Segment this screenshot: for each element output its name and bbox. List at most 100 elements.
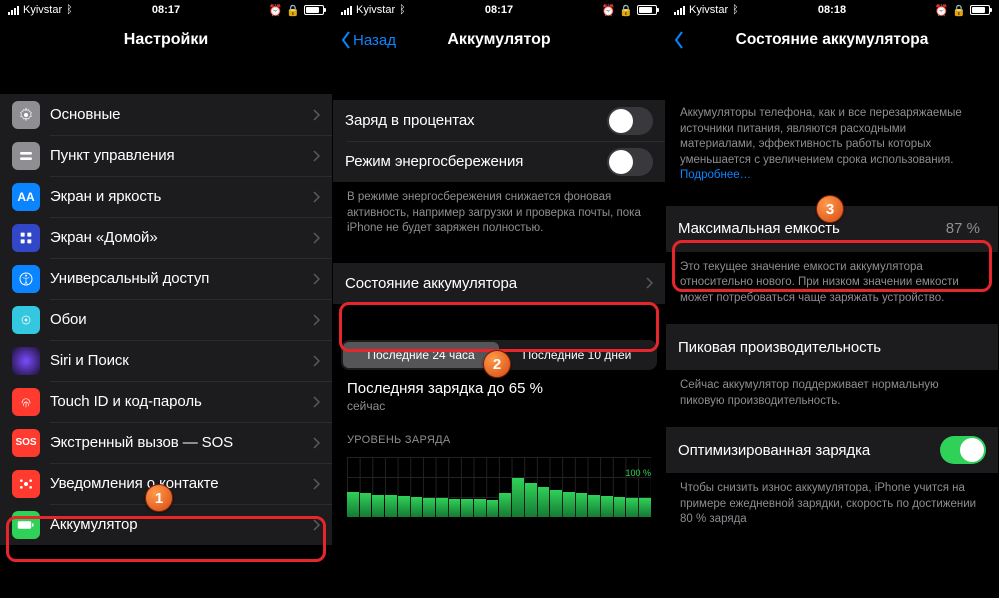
row-low-power-mode[interactable]: Режим энергосбережения [333, 141, 665, 182]
carrier-label: Kyivstar [23, 4, 62, 16]
opt-caption: Чтобы снизить износ аккумулятора, iPhone… [666, 473, 998, 530]
chevron-right-icon [313, 437, 320, 449]
item-label: Touch ID и код-пароль [50, 393, 313, 410]
bluetooth-icon: ᛒ [399, 4, 406, 16]
item-home-screen[interactable]: Экран «Домой» [0, 217, 332, 258]
chevron-right-icon [313, 273, 320, 285]
toggle-optimized-charging[interactable] [940, 436, 986, 464]
chevron-right-icon [313, 314, 320, 326]
row-battery-health[interactable]: Состояние аккумулятора [333, 263, 665, 304]
lock-icon: 🔒 [619, 4, 633, 17]
opt-label: Оптимизированная зарядка [678, 442, 940, 459]
accessibility-icon [12, 265, 40, 293]
row-max-capacity: Максимальная емкость 87 % [666, 206, 998, 252]
battery-screen: Kyivstar ᛒ 08:17 ⏰ 🔒 Назад Аккумулятор З… [333, 0, 666, 598]
battery-health-screen: Kyivstar ᛒ 08:18 ⏰ 🔒 Состояние аккумулят… [666, 0, 999, 598]
back-button[interactable] [674, 31, 684, 49]
chevron-right-icon [313, 355, 320, 367]
learn-more-link[interactable]: Подробнее… [680, 169, 751, 181]
signal-icon [674, 6, 685, 15]
low-power-caption: В режиме энергосбережения снижается фоно… [333, 182, 665, 239]
battery-icon [304, 5, 324, 15]
exposure-icon [12, 470, 40, 498]
home-grid-icon [12, 224, 40, 252]
item-label: Уведомления о контакте [50, 475, 313, 492]
item-label: Универсальный доступ [50, 270, 313, 287]
clock: 08:17 [485, 4, 513, 16]
item-touchid[interactable]: Touch ID и код-пароль [0, 381, 332, 422]
status-bar: Kyivstar ᛒ 08:17 ⏰ 🔒 [0, 0, 332, 20]
nav-header: Назад Аккумулятор [333, 20, 665, 60]
item-label: Экстренный вызов — SOS [50, 434, 313, 451]
toggle-battery-percentage[interactable] [607, 107, 653, 135]
text-size-icon: AA [12, 183, 40, 211]
toggle-label: Режим энергосбережения [345, 153, 607, 170]
item-label: Обои [50, 311, 313, 328]
segment-10d[interactable]: Последние 10 дней [499, 342, 655, 368]
toggles-icon [12, 142, 40, 170]
last-charge-title: Последняя зарядка до 65 % [347, 380, 651, 397]
chevron-right-icon [646, 277, 653, 289]
lock-icon: 🔒 [286, 4, 300, 17]
page-title: Аккумулятор [447, 31, 550, 49]
item-display[interactable]: AA Экран и яркость [0, 176, 332, 217]
max-capacity-group: Максимальная емкость 87 % [666, 206, 998, 252]
item-siri[interactable]: Siri и Поиск [0, 340, 332, 381]
item-wallpaper[interactable]: Обои [0, 299, 332, 340]
wallpaper-icon [12, 306, 40, 334]
battery-icon [12, 511, 40, 539]
item-label: Пункт управления [50, 147, 313, 164]
item-battery[interactable]: Аккумулятор [0, 504, 332, 545]
max-capacity-label: Максимальная емкость [678, 220, 946, 237]
peak-group: Пиковая производительность [666, 324, 998, 370]
health-label: Состояние аккумулятора [345, 275, 646, 292]
carrier-label: Kyivstar [356, 4, 395, 16]
item-accessibility[interactable]: Универсальный доступ [0, 258, 332, 299]
status-bar: Kyivstar ᛒ 08:17 ⏰ 🔒 [333, 0, 665, 20]
max-capacity-value: 87 % [946, 220, 980, 237]
signal-icon [8, 6, 19, 15]
chevron-right-icon [313, 519, 320, 531]
clock: 08:17 [152, 4, 180, 16]
toggle-low-power[interactable] [607, 148, 653, 176]
chevron-right-icon [313, 191, 320, 203]
chevron-right-icon [313, 396, 320, 408]
item-control-center[interactable]: Пункт управления [0, 135, 332, 176]
intro-caption: Аккумуляторы телефона, как и все перезар… [666, 98, 998, 186]
siri-icon [12, 347, 40, 375]
page-title: Состояние аккумулятора [736, 31, 929, 49]
item-label: Экран «Домой» [50, 229, 313, 246]
segment-24h[interactable]: Последние 24 часа [343, 342, 499, 368]
chevron-right-icon [313, 232, 320, 244]
row-peak-performance: Пиковая производительность [666, 324, 998, 370]
chart-caption: УРОВЕНЬ ЗАРЯДА [333, 415, 665, 452]
gear-icon [12, 101, 40, 129]
battery-icon [637, 5, 657, 15]
back-button[interactable]: Назад [341, 31, 396, 49]
intro-text: Аккумуляторы телефона, как и все перезар… [680, 107, 962, 166]
status-bar: Kyivstar ᛒ 08:18 ⏰ 🔒 [666, 0, 998, 20]
row-battery-percentage[interactable]: Заряд в процентах [333, 100, 665, 141]
item-sos[interactable]: SOS Экстренный вызов — SOS [0, 422, 332, 463]
chevron-right-icon [313, 150, 320, 162]
health-group: Состояние аккумулятора [333, 263, 665, 304]
item-label: Аккумулятор [50, 516, 313, 533]
fingerprint-icon [12, 388, 40, 416]
alarm-icon: ⏰ [269, 4, 283, 17]
chevron-right-icon [313, 109, 320, 121]
settings-list: Основные Пункт управления AA Экран и ярк… [0, 94, 332, 545]
item-label: Siri и Поиск [50, 352, 313, 369]
nav-header: Настройки [0, 20, 332, 60]
chevron-right-icon [313, 478, 320, 490]
time-range-segmented[interactable]: Последние 24 часа Последние 10 дней [341, 340, 657, 370]
row-optimized-charging[interactable]: Оптимизированная зарядка [666, 427, 998, 473]
bluetooth-icon: ᛒ [732, 4, 739, 16]
item-general[interactable]: Основные [0, 94, 332, 135]
item-exposure-notif[interactable]: Уведомления о контакте [0, 463, 332, 504]
peak-caption: Сейчас аккумулятор поддерживает нормальн… [666, 370, 998, 411]
toggle-group: Заряд в процентах Режим энергосбережения [333, 100, 665, 182]
toggle-label: Заряд в процентах [345, 112, 607, 129]
bluetooth-icon: ᛒ [66, 4, 73, 16]
item-label: Экран и яркость [50, 188, 313, 205]
chart-y-max: 100 % [625, 463, 651, 483]
